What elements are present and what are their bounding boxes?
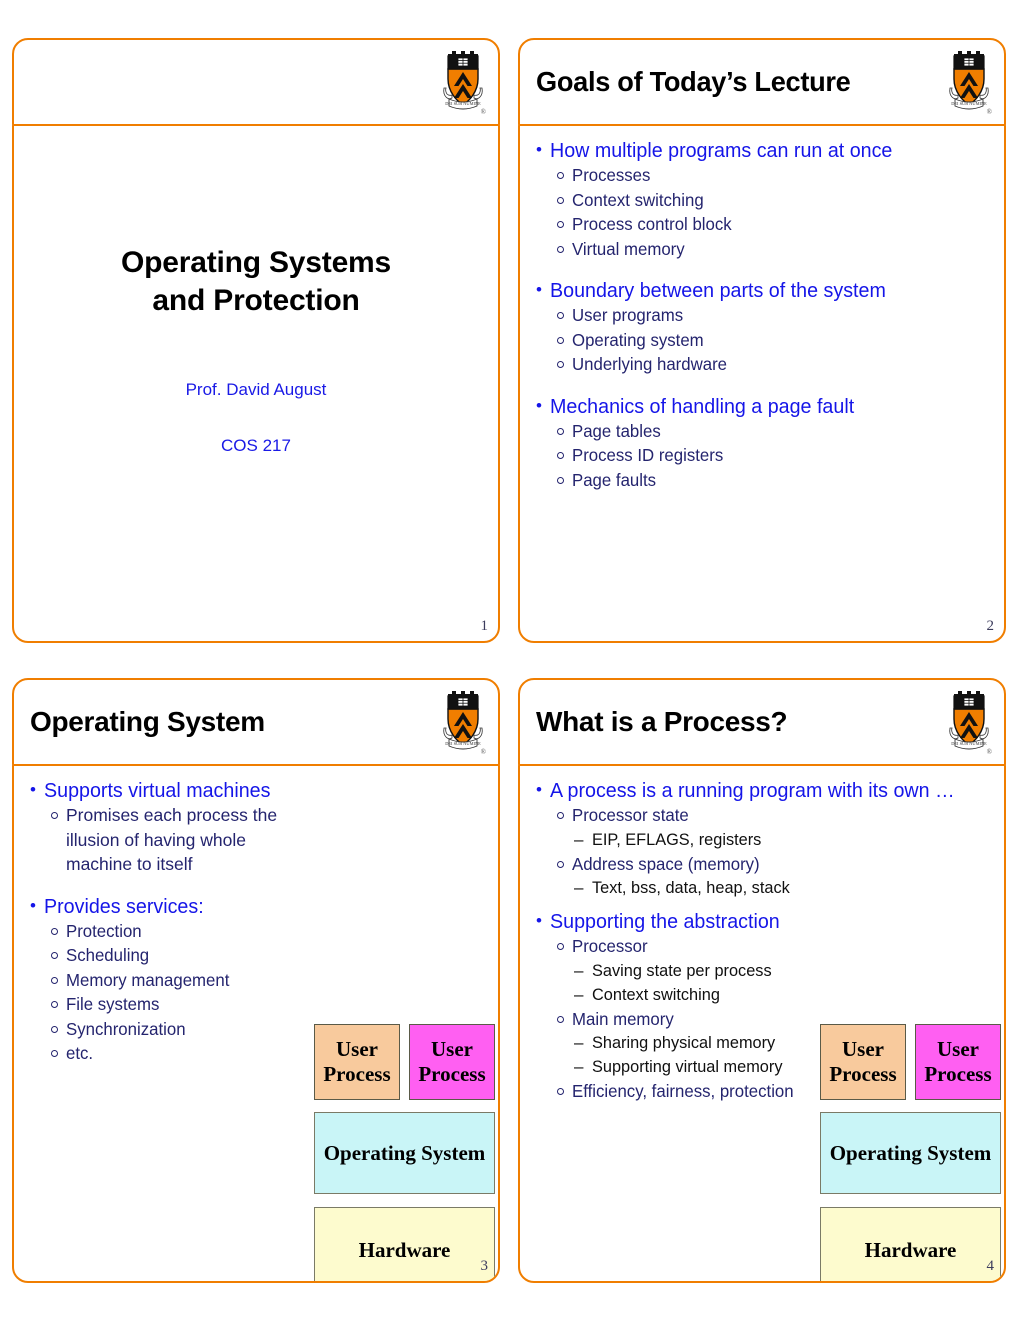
slide-2-page-number: 2	[986, 618, 995, 634]
slide-4-body: A process is a running program with its …	[518, 764, 1006, 1283]
bullet-level-2: File systems	[28, 992, 293, 1017]
slide-4-page-number: 4	[986, 1258, 995, 1274]
system-stack-diagram: User Process User Process Operating Syst…	[820, 1024, 1001, 1281]
slide-3-page-number: 3	[480, 1258, 489, 1274]
system-stack-diagram: User Process User Process Operating Syst…	[314, 1024, 495, 1281]
user-process-box-left: User Process	[820, 1024, 906, 1100]
shield-registered-mark: ®	[480, 748, 486, 756]
operating-system-box: Operating System	[314, 1112, 495, 1194]
bullet-level-2: Processes	[534, 163, 994, 188]
svg-text:DEI SUB NUMINE: DEI SUB NUMINE	[951, 741, 987, 746]
bullet-level-2: etc.	[28, 1041, 293, 1066]
slide-2-title: Goals of Today’s Lecture	[536, 66, 851, 97]
bullet-level-2: User programs	[534, 303, 994, 328]
bullet-level-3: Saving state per process	[534, 959, 994, 983]
shield-registered-mark: ®	[986, 108, 992, 116]
bullet-level-2: Scheduling	[28, 943, 293, 968]
bullet-level-3: EIP, EFLAGS, registers	[534, 828, 994, 852]
bullet-level-2: Process control block	[534, 212, 994, 237]
bullet-level-2: Processor	[534, 934, 994, 959]
operating-system-box: Operating System	[820, 1112, 1001, 1194]
presenter-name: Prof. David August	[185, 380, 327, 399]
svg-text:DEI SUB NUMINE: DEI SUB NUMINE	[951, 101, 987, 106]
slide-3: Operating System DEI SUB NUMINE ® • Supp…	[12, 678, 500, 1283]
deck-title-line-2: and Protection	[152, 284, 360, 317]
shield-registered-mark: ®	[986, 748, 992, 756]
bullet-level-2: Processor state	[534, 803, 994, 828]
svg-text:DEI SUB NUMINE: DEI SUB NUMINE	[445, 101, 481, 106]
bullet-level-3: Text, bss, data, heap, stack	[534, 876, 994, 900]
user-process-box-left: User Process	[314, 1024, 400, 1100]
bullet-level-2: Promises each process the illusion of ha…	[28, 803, 293, 877]
bullet-level-2: Synchronization	[28, 1017, 293, 1042]
bullet-level-1: A process is a running program with its …	[534, 777, 994, 803]
bullet-level-2: Address space (memory)	[534, 852, 994, 877]
course-code: COS 217	[221, 436, 291, 455]
slide-1: DEI SUB NUMINE ® Operating Systems and P…	[12, 38, 500, 643]
bullet-level-2: Memory management	[28, 968, 293, 993]
slide-2-header: Goals of Today’s Lecture DEI SUB NUMINE …	[518, 38, 1006, 126]
user-process-box-right: User Process	[409, 1024, 495, 1100]
bullet-level-1: Supporting the abstraction	[534, 908, 994, 934]
bullet-level-2: Process ID registers	[534, 443, 994, 468]
deck-title-line-1: Operating Systems	[120, 246, 392, 279]
bullet-level-1: Boundary between parts of the system	[534, 277, 994, 303]
handout-page: DEI SUB NUMINE ® Operating Systems and P…	[0, 0, 1020, 1320]
slide-4: What is a Process? DEI SUB NUMINE ® • A …	[518, 678, 1006, 1283]
bullet-level-2: Virtual memory	[534, 237, 994, 262]
slide-4-title: What is a Process?	[536, 706, 788, 737]
bullet-level-1: Supports virtual machines	[28, 777, 293, 803]
user-process-box-right: User Process	[915, 1024, 1001, 1100]
shield-registered-mark: ®	[480, 108, 486, 116]
title-block: Operating Systems and Protection Prof. D…	[14, 244, 498, 456]
slide-2: Goals of Today’s Lecture DEI SUB NUMINE …	[518, 38, 1006, 643]
slide-3-title: Operating System	[30, 706, 265, 737]
bullet-level-2: Underlying hardware	[534, 352, 994, 377]
princeton-shield-icon: DEI SUB NUMINE ®	[948, 50, 992, 118]
princeton-shield-icon: DEI SUB NUMINE ®	[442, 50, 486, 118]
slide-2-body: How multiple programs can run at once Pr…	[518, 124, 1006, 643]
slide-1-body: Operating Systems and Protection Prof. D…	[12, 124, 500, 643]
bullet-level-1: Mechanics of handling a page fault	[534, 393, 994, 419]
bullet-level-2: Page faults	[534, 468, 994, 493]
princeton-shield-icon: DEI SUB NUMINE ®	[948, 690, 992, 758]
slide-2-content: How multiple programs can run at once Pr…	[534, 137, 994, 493]
slide-3-body: Supports virtual machines Promises each …	[12, 764, 500, 1283]
slide-4-header: What is a Process? DEI SUB NUMINE ®	[518, 678, 1006, 766]
bullet-level-2: Page tables	[534, 419, 994, 444]
hardware-box: Hardware	[820, 1207, 1001, 1281]
hardware-box: Hardware	[314, 1207, 495, 1281]
princeton-shield-icon: DEI SUB NUMINE ®	[442, 690, 486, 758]
svg-text:DEI SUB NUMINE: DEI SUB NUMINE	[445, 741, 481, 746]
slide-1-page-number: 1	[480, 618, 489, 634]
bullet-level-2: Protection	[28, 919, 293, 944]
slide-3-content: Supports virtual machines Promises each …	[28, 777, 293, 1066]
bullet-level-2: Operating system	[534, 328, 994, 353]
user-process-row: User Process User Process	[314, 1024, 495, 1100]
bullet-level-1: Provides services:	[28, 893, 293, 919]
bullet-level-3: Context switching	[534, 983, 994, 1007]
bullet-level-1: How multiple programs can run at once	[534, 137, 994, 163]
user-process-row: User Process User Process	[820, 1024, 1001, 1100]
bullet-level-2: Context switching	[534, 188, 994, 213]
slide-1-header: DEI SUB NUMINE ®	[12, 38, 500, 126]
slide-3-header: Operating System DEI SUB NUMINE ®	[12, 678, 500, 766]
